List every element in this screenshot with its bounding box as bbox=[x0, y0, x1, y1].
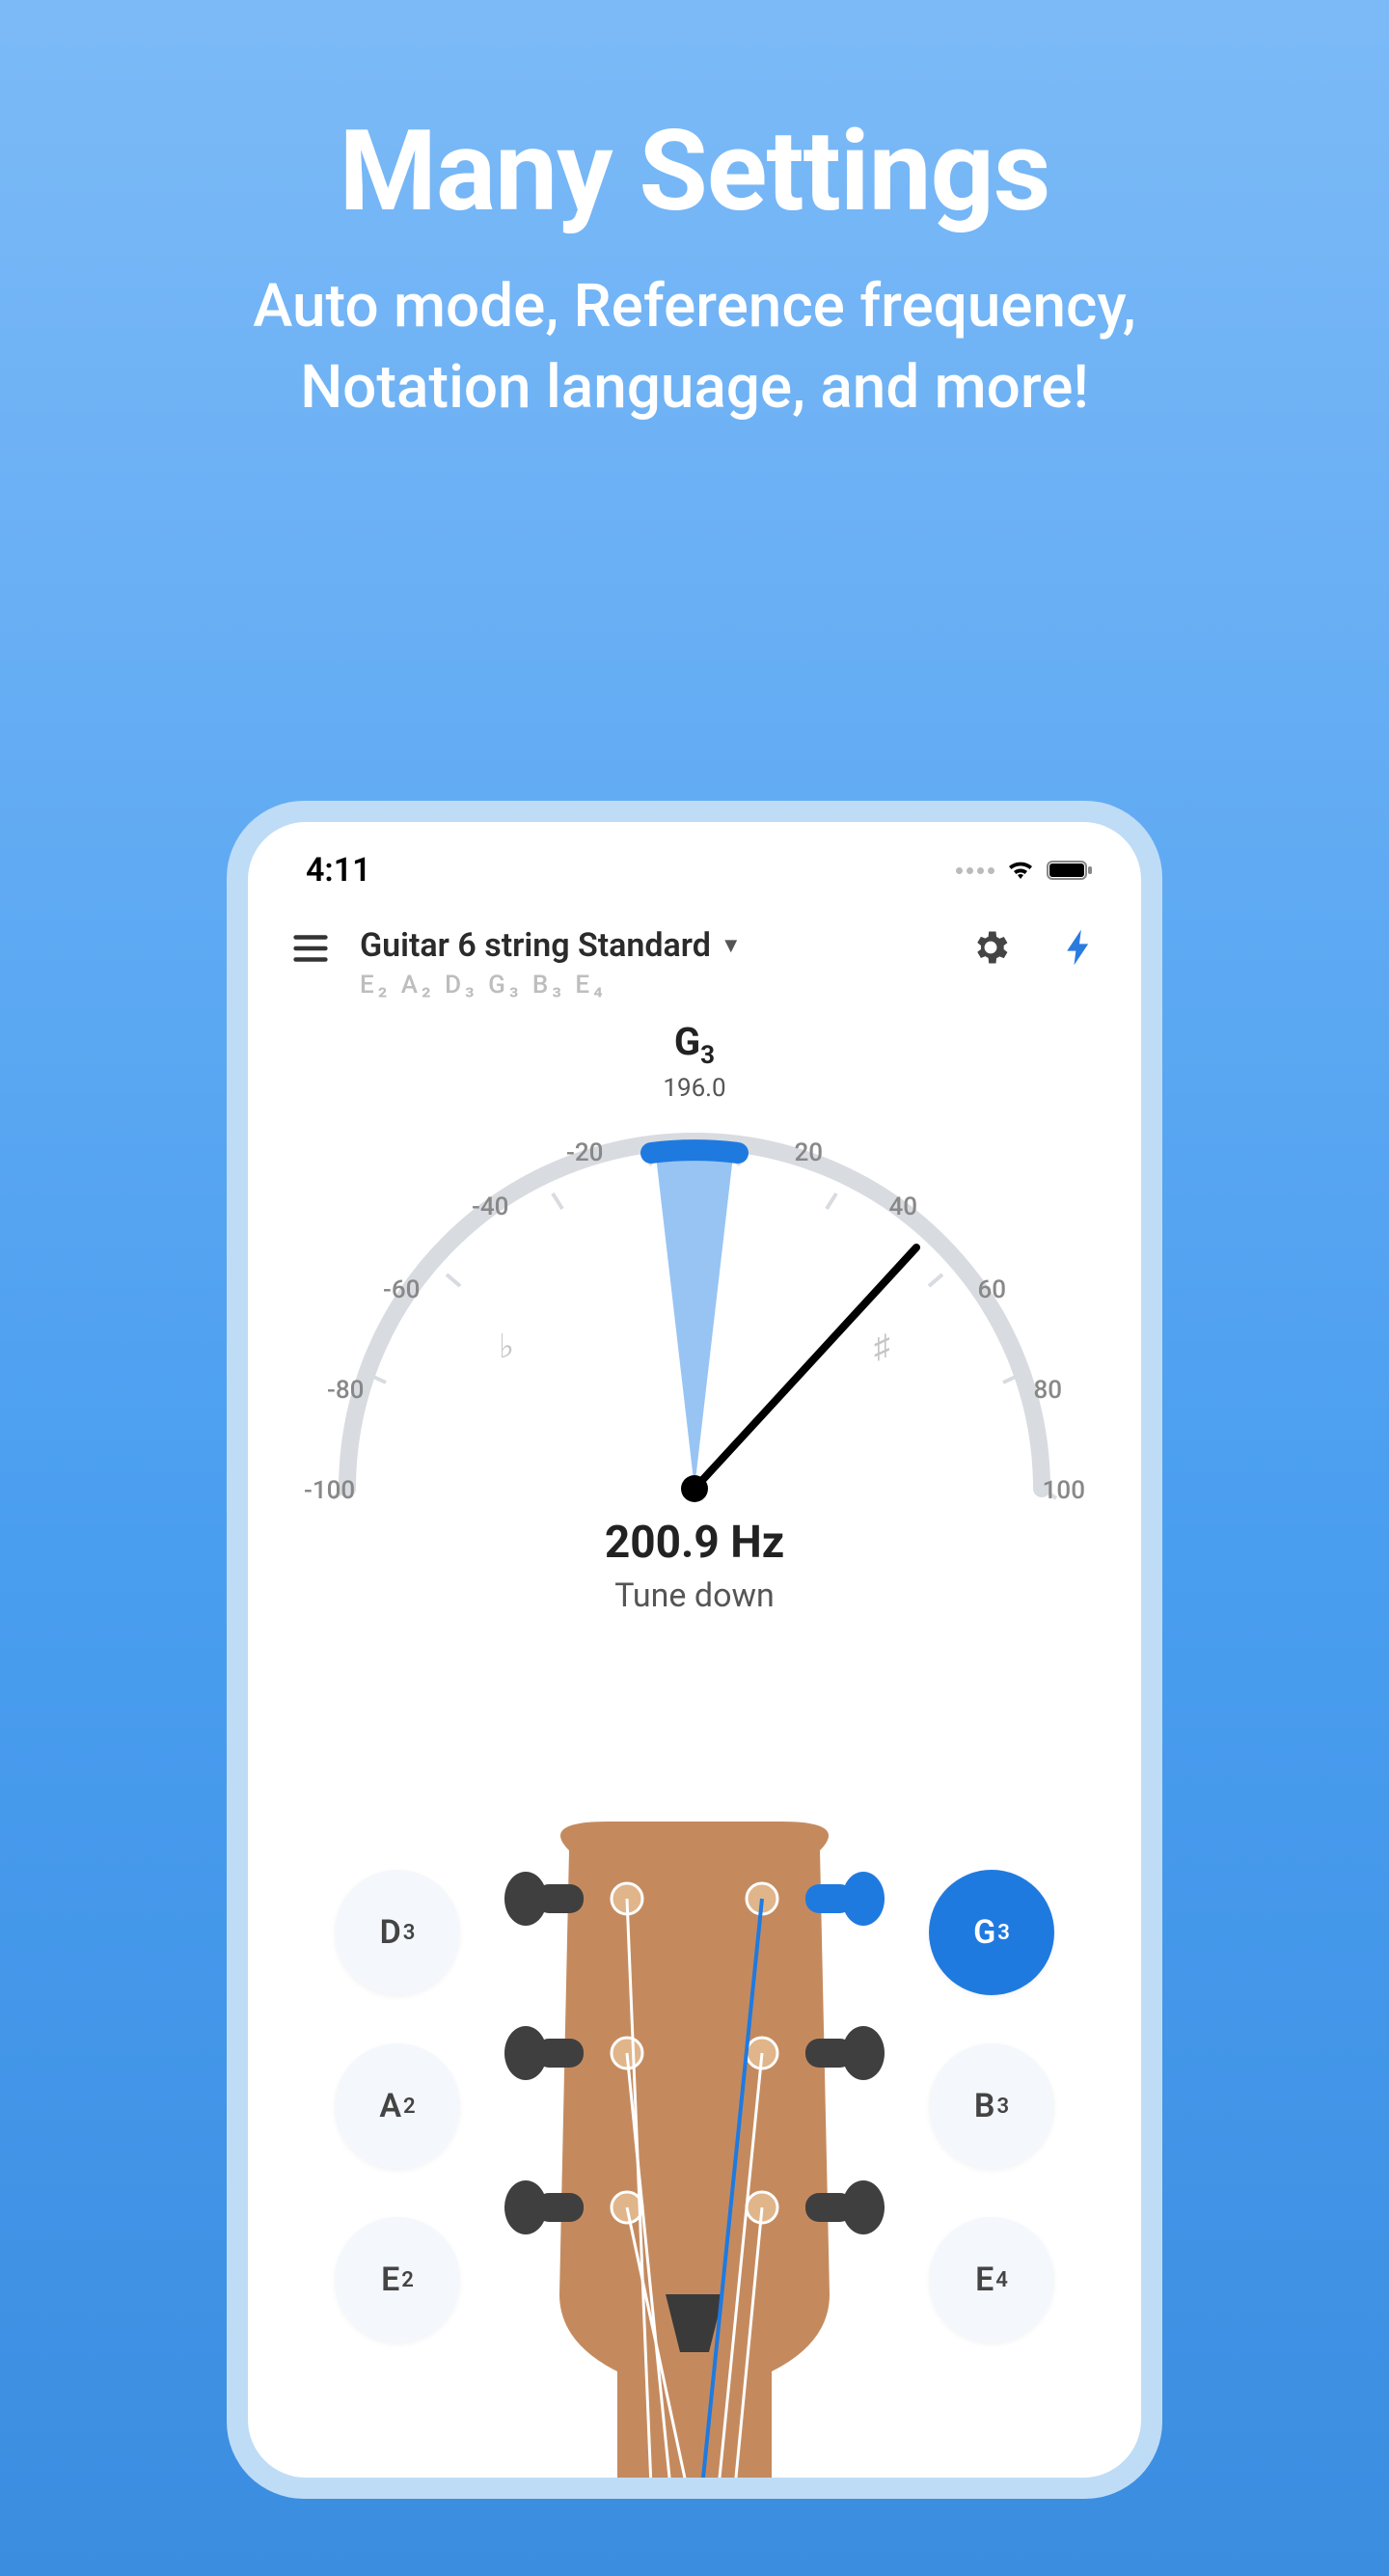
scale-m80: -80 bbox=[327, 1376, 364, 1405]
device-frame: 4:11 Guitar 6 string Standard bbox=[227, 801, 1162, 2499]
guitar-headstock-icon bbox=[482, 1812, 907, 2478]
wifi-icon bbox=[1006, 859, 1035, 882]
phone-screen: 4:11 Guitar 6 string Standard bbox=[248, 822, 1141, 2478]
battery-icon bbox=[1047, 859, 1093, 882]
string-button-d3[interactable]: D3 bbox=[335, 1870, 460, 1995]
status-time: 4:11 bbox=[306, 851, 371, 890]
gear-icon[interactable] bbox=[969, 926, 1012, 969]
app-toolbar: Guitar 6 string Standard ▼ E₂ A₂ D₃ G₃ B… bbox=[248, 899, 1141, 1000]
string-button-a2[interactable]: A2 bbox=[335, 2043, 460, 2169]
scale-p80: 80 bbox=[1033, 1376, 1062, 1405]
string-button-b3[interactable]: B3 bbox=[929, 2043, 1054, 2169]
target-note-letter: G bbox=[674, 1019, 700, 1064]
scale-m20: -20 bbox=[566, 1138, 603, 1167]
signal-dots-icon bbox=[956, 867, 994, 874]
tuning-dropdown[interactable]: Guitar 6 string Standard ▼ E₂ A₂ D₃ G₃ B… bbox=[360, 926, 942, 1000]
promo-title: Many Settings bbox=[0, 106, 1389, 237]
chevron-down-icon: ▼ bbox=[721, 933, 742, 958]
string-button-g3[interactable]: G3 bbox=[929, 1870, 1054, 1995]
tune-hint: Tune down bbox=[248, 1576, 1141, 1615]
string-button-e2[interactable]: E2 bbox=[335, 2217, 460, 2343]
tuner-gauge: G3 196.0 bbox=[248, 1019, 1141, 1540]
bolt-icon[interactable] bbox=[1058, 926, 1101, 969]
scale-p20: 20 bbox=[794, 1138, 823, 1167]
gauge-arc bbox=[285, 1083, 1104, 1527]
promo-subtitle: Auto mode, Reference frequency, Notation… bbox=[0, 266, 1389, 427]
tuning-name-label: Guitar 6 string Standard bbox=[360, 926, 711, 965]
string-button-e4[interactable]: E4 bbox=[929, 2217, 1054, 2343]
promo-sub-line1: Auto mode, Reference frequency, bbox=[253, 271, 1135, 342]
target-note: G3 bbox=[248, 1019, 1141, 1070]
scale-m60: -60 bbox=[383, 1275, 420, 1304]
target-note-octave: 3 bbox=[700, 1041, 715, 1070]
promo-sub-line2: Notation language, and more! bbox=[300, 352, 1089, 423]
menu-icon[interactable] bbox=[288, 926, 333, 971]
sharp-icon: ♯ bbox=[874, 1328, 890, 1366]
headstock-area: D3 A2 E2 G3 B3 E4 bbox=[248, 1841, 1141, 2478]
status-bar: 4:11 bbox=[248, 822, 1141, 899]
scale-m40: -40 bbox=[472, 1192, 508, 1221]
scale-m100: -100 bbox=[304, 1476, 355, 1505]
flat-icon: ♭ bbox=[499, 1328, 514, 1366]
scale-p100: 100 bbox=[1043, 1476, 1085, 1505]
scale-p60: 60 bbox=[977, 1275, 1006, 1304]
scale-p40: 40 bbox=[888, 1192, 917, 1221]
tuning-notes-label: E₂ A₂ D₃ G₃ B₃ E₄ bbox=[360, 971, 942, 1000]
status-icons bbox=[956, 859, 1093, 882]
